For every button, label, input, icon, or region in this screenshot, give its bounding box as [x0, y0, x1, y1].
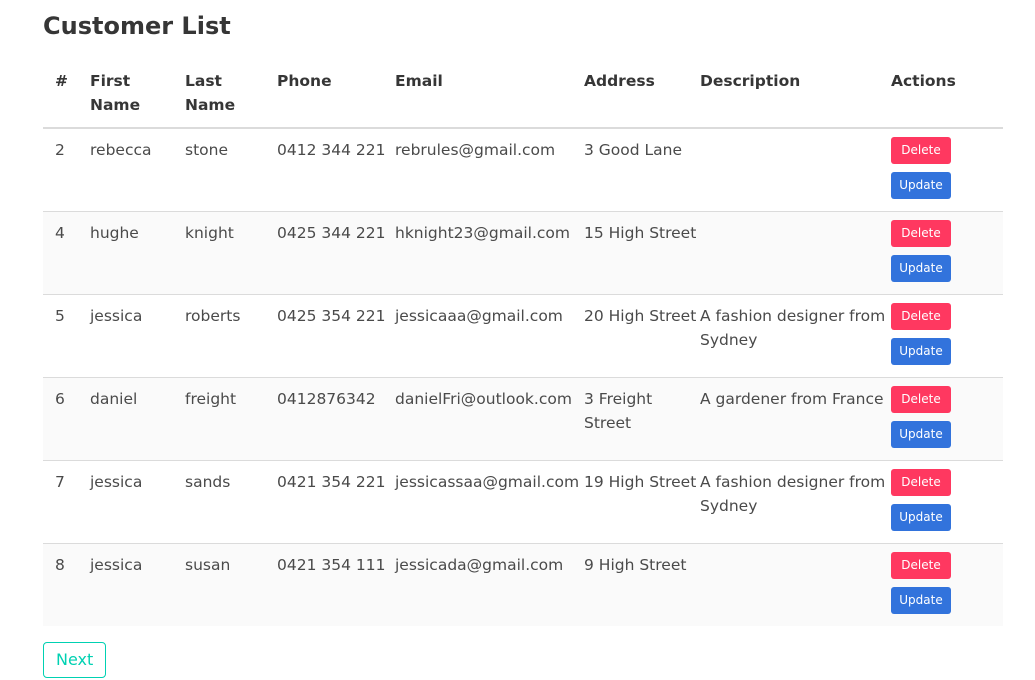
- cell-phone: 0425 354 221: [277, 294, 395, 378]
- cell-address: 3 Freight Street: [584, 377, 700, 461]
- cell-id: 6: [43, 377, 90, 461]
- cell-email: rebrules@gmail.com: [395, 141, 556, 159]
- cell-description: A fashion designer from Sydney: [700, 460, 891, 544]
- cell-id: 4: [43, 211, 90, 295]
- table-row: 2 rebecca stone 0412 344 221 rebrules@gm…: [43, 128, 1003, 212]
- cell-actions: Delete Update: [891, 294, 1003, 378]
- cell-phone: 0421 354 111: [277, 543, 395, 626]
- cell-actions: Delete Update: [891, 128, 1003, 212]
- delete-button[interactable]: Delete: [891, 469, 951, 496]
- cell-description: A fashion designer from Sydney: [700, 294, 891, 378]
- cell-first-name: rebecca: [90, 141, 152, 159]
- next-page-button[interactable]: Next: [43, 642, 107, 678]
- delete-button[interactable]: Delete: [891, 386, 951, 413]
- table-row: 4 hughe knight 0425 344 221 hknight23@gm…: [43, 211, 1003, 295]
- cell-actions: Delete Update: [891, 543, 1003, 626]
- cell-first-name: jessica: [90, 460, 185, 544]
- cell-address: 20 High Street: [584, 294, 700, 378]
- cell-phone: 0421 354 221: [277, 460, 395, 544]
- table-row: 7 jessica sands 0421 354 221 jessicassaa…: [43, 460, 1003, 544]
- cell-address: 9 High Street: [584, 543, 700, 626]
- header-last-name: Last Name: [185, 62, 277, 129]
- cell-last-name: roberts: [185, 294, 277, 378]
- cell-email: hknight23@gmail.com: [395, 211, 584, 295]
- cell-first-name: hughe: [90, 211, 185, 295]
- update-button[interactable]: Update: [891, 338, 951, 365]
- page-title: Customer List: [43, 12, 231, 40]
- cell-first-name: daniel: [90, 377, 185, 461]
- update-button[interactable]: Update: [891, 172, 951, 199]
- cell-last-name: freight: [185, 377, 277, 461]
- cell-actions: Delete Update: [891, 377, 1003, 461]
- cell-last-name: susan: [185, 543, 277, 626]
- customer-table: # First Name Last Name Phone Email Addre…: [43, 62, 1003, 626]
- cell-email: jessicaaa@gmail.com: [395, 294, 584, 378]
- cell-id: 8: [43, 543, 90, 626]
- cell-first-name: jessica: [90, 543, 185, 626]
- cell-phone: 0412876342: [277, 377, 395, 461]
- cell-description: A gardener from France: [700, 377, 891, 461]
- cell-email: jessicada@gmail.com: [395, 543, 584, 626]
- cell-description: [700, 211, 891, 295]
- cell-address: 15 High Street: [584, 211, 700, 295]
- cell-address: 19 High Street: [584, 460, 700, 544]
- header-email: Email: [395, 62, 584, 129]
- cell-phone: 0425 344 221: [277, 211, 395, 295]
- header-address: Address: [584, 62, 700, 129]
- cell-phone: 0412 344 221: [277, 141, 386, 159]
- cell-description: [700, 543, 891, 626]
- table-header-row: # First Name Last Name Phone Email Addre…: [43, 62, 1003, 129]
- cell-last-name: sands: [185, 460, 277, 544]
- cell-last-name: knight: [185, 211, 277, 295]
- cell-first-name: jessica: [90, 294, 185, 378]
- table-row: 5 jessica roberts 0425 354 221 jessicaaa…: [43, 294, 1003, 378]
- customer-list-page: Customer List # First Name Last Name Pho…: [43, 10, 1003, 678]
- update-button[interactable]: Update: [891, 504, 951, 531]
- cell-address: 3 Good Lane: [584, 141, 683, 159]
- cell-email: jessicassaa@gmail.com: [395, 460, 584, 544]
- delete-button[interactable]: Delete: [891, 303, 951, 330]
- header-description: Description: [700, 62, 891, 129]
- delete-button[interactable]: Delete: [891, 552, 951, 579]
- cell-description: [700, 128, 891, 212]
- cell-id: 5: [43, 294, 90, 378]
- cell-id: 2: [55, 141, 65, 159]
- header-phone: Phone: [277, 62, 395, 129]
- delete-button[interactable]: Delete: [891, 220, 951, 247]
- update-button[interactable]: Update: [891, 255, 951, 282]
- table-row: 6 daniel freight 0412876342 danielFri@ou…: [43, 377, 1003, 461]
- cell-id: 7: [43, 460, 90, 544]
- cell-email: danielFri@outlook.com: [395, 377, 584, 461]
- header-actions: Actions: [891, 62, 1003, 129]
- cell-last-name: stone: [185, 141, 228, 159]
- header-first-name: First Name: [90, 62, 185, 129]
- cell-actions: Delete Update: [891, 460, 1003, 544]
- header-id: #: [43, 62, 90, 129]
- cell-actions: Delete Update: [891, 211, 1003, 295]
- table-row: 8 jessica susan 0421 354 111 jessicada@g…: [43, 543, 1003, 626]
- update-button[interactable]: Update: [891, 587, 951, 614]
- update-button[interactable]: Update: [891, 421, 951, 448]
- delete-button[interactable]: Delete: [891, 137, 951, 164]
